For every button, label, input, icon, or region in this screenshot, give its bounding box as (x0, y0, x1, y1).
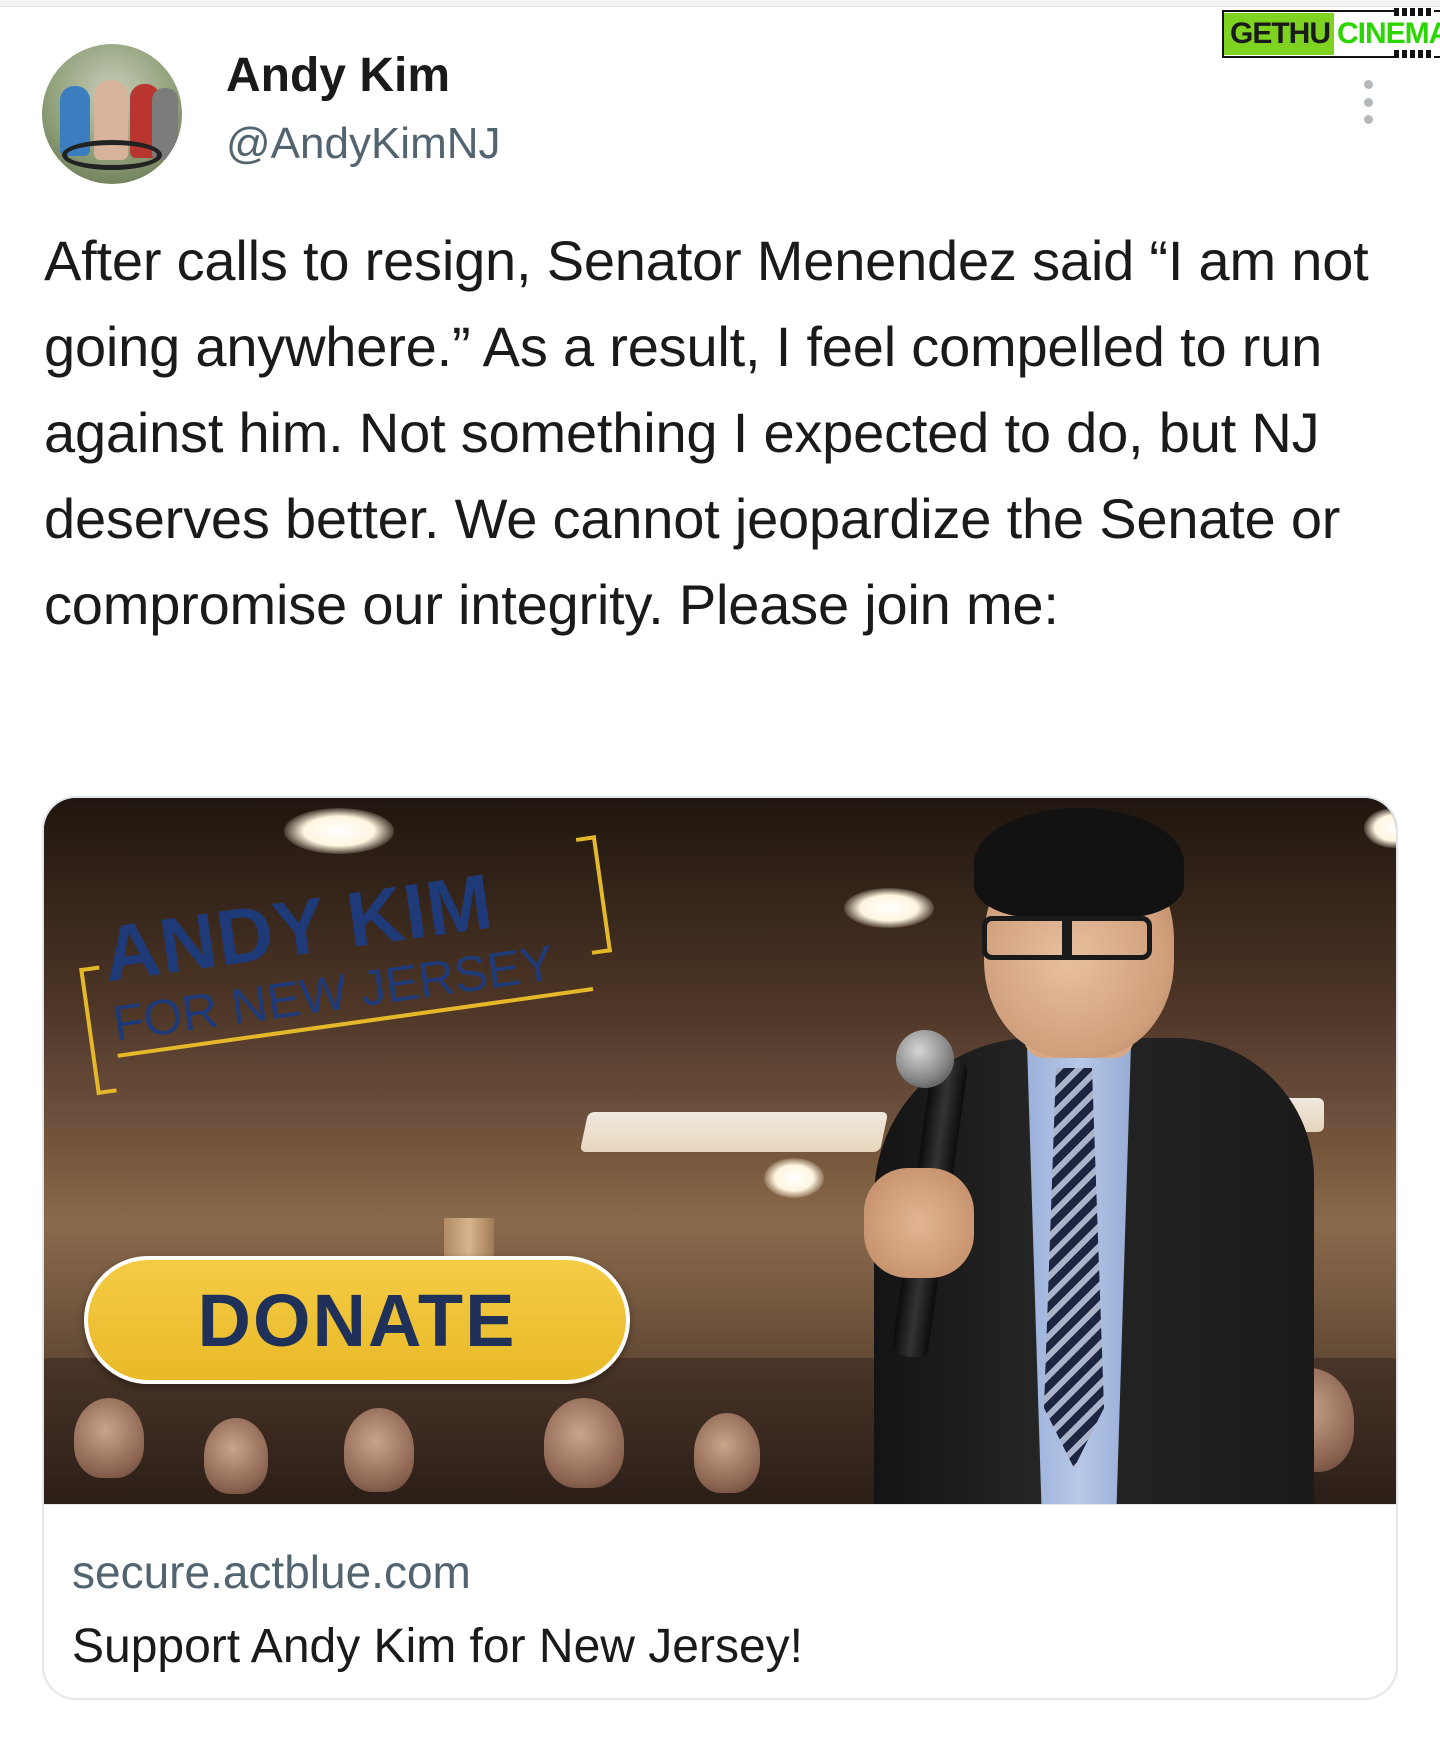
speaker-hair (974, 808, 1184, 918)
link-card-title: Support Andy Kim for New Jersey! (72, 1620, 803, 1673)
ceiling-light (764, 1158, 824, 1198)
audience-head (204, 1418, 268, 1494)
audience-head (544, 1398, 624, 1488)
watermark-logo: GETHU CINEMA (1222, 8, 1440, 60)
watermark-text-part2: CINEMA (1337, 17, 1440, 50)
author-name[interactable]: Andy Kim (226, 48, 450, 104)
speaker-hand (864, 1168, 974, 1278)
speaker-photo (834, 798, 1334, 1504)
audience-head (344, 1408, 414, 1492)
audience-head (74, 1398, 144, 1478)
link-card-domain: secure.actblue.com (72, 1546, 471, 1598)
film-strip-icon (1394, 50, 1434, 58)
link-card-image[interactable]: ANDY KIM FOR NEW JERSEY DONATE (44, 798, 1396, 1504)
tweet-text: After calls to resign, Senator Menendez … (44, 229, 1369, 636)
more-dot (1363, 115, 1373, 124)
microphone-head (896, 1030, 954, 1088)
donate-button[interactable]: DONATE (84, 1256, 630, 1384)
more-dot (1363, 97, 1373, 107)
speaker-glasses (982, 916, 1152, 960)
link-card[interactable]: ANDY KIM FOR NEW JERSEY DONATE secure.ac… (42, 796, 1398, 1700)
more-dot (1363, 80, 1373, 89)
avatar-bike (62, 140, 162, 170)
audience-head (694, 1413, 760, 1493)
top-divider (0, 0, 1440, 7)
film-strip-icon (1394, 8, 1434, 16)
logo-bracket-right (575, 835, 613, 955)
more-vertical-icon[interactable] (1356, 80, 1380, 124)
link-card-footer[interactable]: secure.actblue.com Support Andy Kim for … (44, 1504, 1396, 1698)
watermark-text-part1: GETHU (1224, 13, 1334, 55)
avatar[interactable] (42, 44, 182, 184)
author-handle[interactable]: @AndyKimNJ (226, 118, 501, 170)
